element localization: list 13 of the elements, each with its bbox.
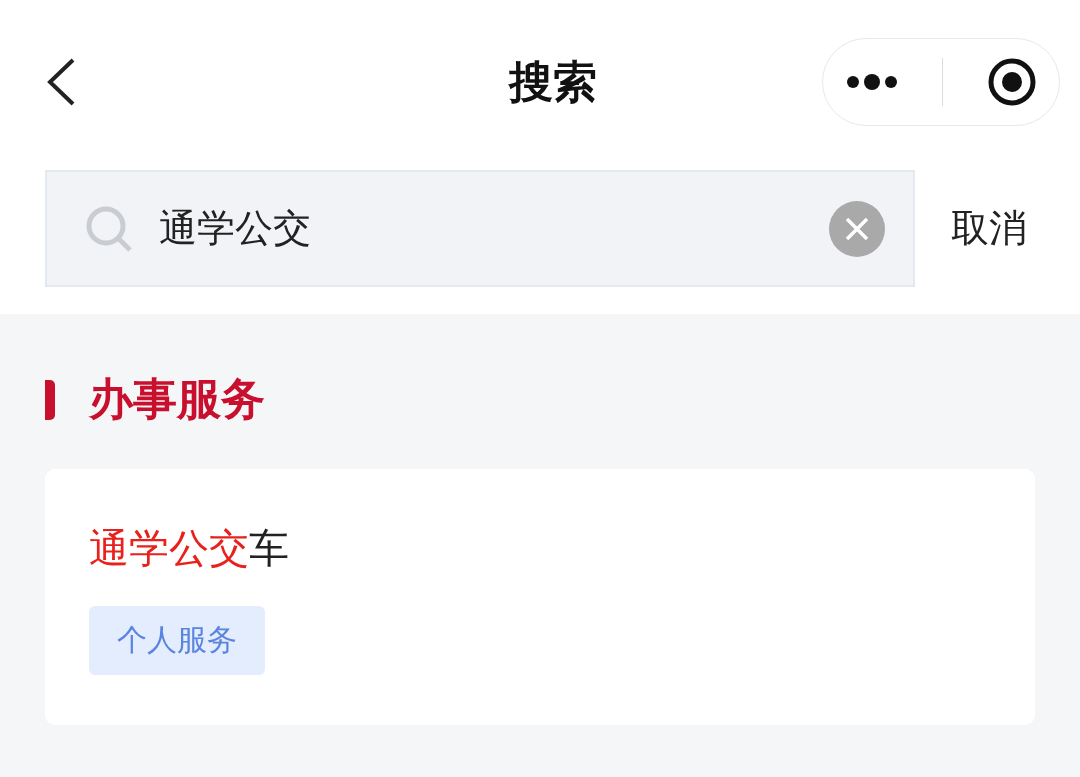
result-title: 通学公交车: [89, 524, 289, 573]
search-field[interactable]: 通学公交: [45, 170, 915, 287]
search-icon: [85, 204, 133, 253]
page-title: 搜索: [508, 54, 597, 109]
category-tag: 个人服务: [89, 606, 265, 675]
result-card[interactable]: 通学公交车 个人服务: [45, 469, 1035, 725]
section-marker: [45, 379, 55, 420]
search-input[interactable]: 通学公交: [157, 205, 805, 252]
cancel-button[interactable]: 取消: [951, 203, 1027, 254]
more-icon[interactable]: [844, 74, 899, 90]
back-icon[interactable]: [45, 58, 77, 106]
cross-icon: [844, 215, 870, 242]
section-title: 办事服务: [89, 372, 265, 426]
